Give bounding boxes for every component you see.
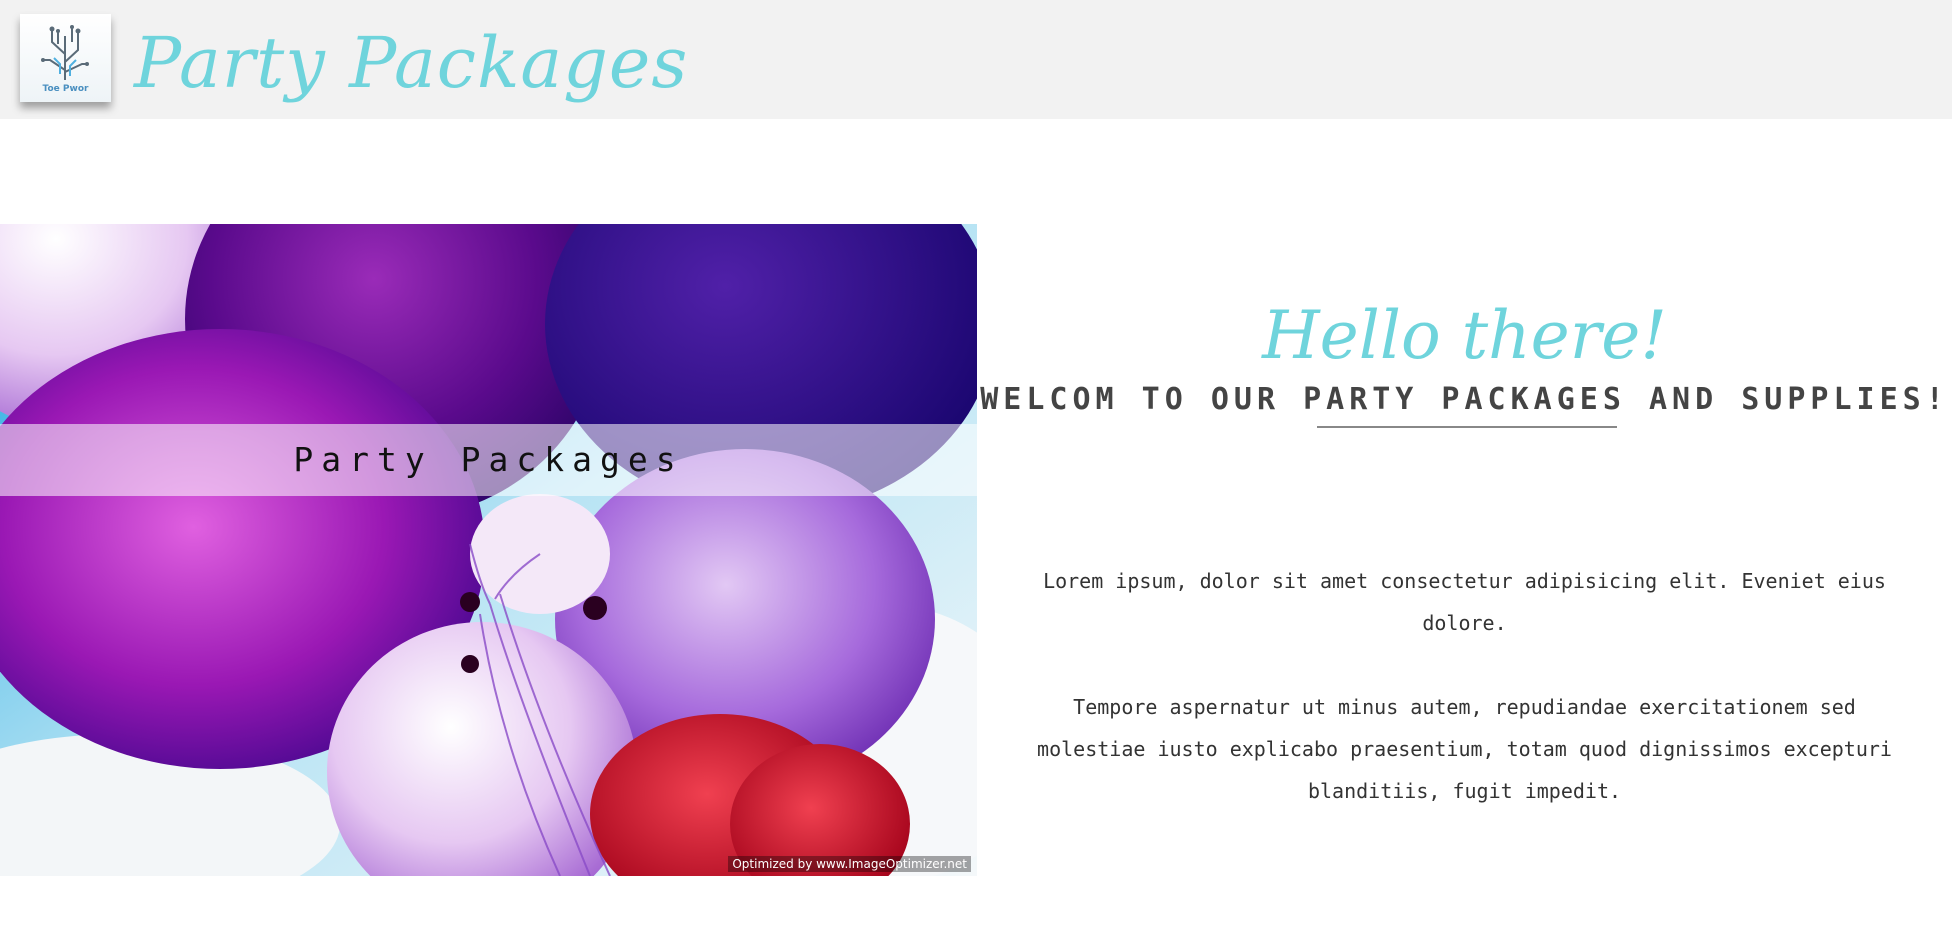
- greeting-heading: Hello there!: [1262, 297, 1667, 374]
- divider-line: [1317, 426, 1617, 428]
- detail-paragraph: Tempore aspernatur ut minus autem, repud…: [1037, 695, 1892, 803]
- site-header: Toe Pwor Party Packages: [0, 0, 1952, 119]
- welcome-subheading: WELCOM TO OUR PARTY PACKAGES AND SUPPLIE…: [980, 382, 1949, 417]
- hero-band-label: Party Packages: [293, 440, 684, 479]
- hero-band: Party Packages: [0, 424, 977, 496]
- logo-icon[interactable]: Toe Pwor: [20, 14, 111, 102]
- hero-image: Party Packages Optimized by www.ImageOpt…: [0, 224, 977, 876]
- watermark-text: Optimized by www.ImageOptimizer.net: [728, 856, 971, 872]
- balloons-photo: [0, 224, 977, 876]
- site-title: Party Packages: [134, 22, 689, 104]
- welcome-section: Hello there! WELCOM TO OUR PARTY PACKAGE…: [977, 224, 1952, 876]
- intro-paragraph: Lorem ipsum, dolor sit amet consectetur …: [1043, 569, 1886, 635]
- logo-text: Toe Pwor: [42, 84, 89, 94]
